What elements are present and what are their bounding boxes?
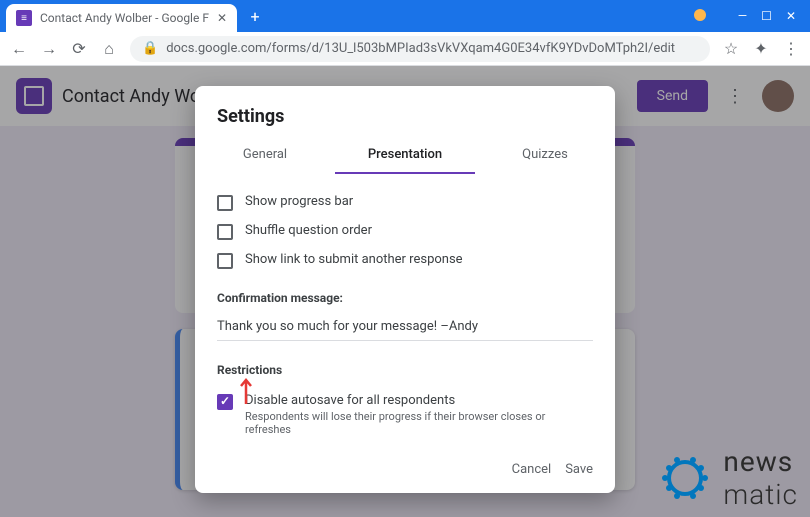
- extensions-icon[interactable]: ✦: [752, 39, 770, 58]
- checkbox-label: Show progress bar: [245, 194, 353, 209]
- new-tab-button[interactable]: +: [243, 4, 267, 28]
- tab-presentation[interactable]: Presentation: [335, 137, 475, 174]
- back-icon[interactable]: ←: [10, 39, 28, 59]
- reload-icon[interactable]: ⟳: [70, 39, 88, 58]
- address-bar[interactable]: 🔒 docs.google.com/forms/d/13U_l503bMPIad…: [130, 36, 710, 62]
- checkbox-shuffle[interactable]: Shuffle question order: [217, 217, 593, 246]
- browser-menu-icon[interactable]: ⋮: [782, 39, 800, 58]
- bookmark-star-icon[interactable]: ☆: [722, 39, 740, 58]
- settings-tabs: General Presentation Quizzes: [195, 137, 615, 174]
- browser-titlebar: ≡ Contact Andy Wolber - Google F ✕ + — ☐…: [0, 0, 810, 32]
- tab-quizzes[interactable]: Quizzes: [475, 137, 615, 174]
- close-window-icon[interactable]: ✕: [786, 9, 796, 23]
- close-tab-icon[interactable]: ✕: [209, 11, 227, 25]
- checkbox-subtext: Respondents will lose their progress if …: [245, 410, 593, 436]
- modal-title: Settings: [195, 106, 615, 137]
- watermark-text: newsmatic: [723, 445, 798, 511]
- checkbox-icon: [217, 253, 233, 269]
- watermark-logo-icon: [655, 448, 715, 508]
- home-icon[interactable]: ⌂: [100, 39, 118, 59]
- browser-toolbar: ← → ⟳ ⌂ 🔒 docs.google.com/forms/d/13U_l5…: [0, 32, 810, 66]
- tab-general[interactable]: General: [195, 137, 335, 174]
- forward-icon[interactable]: →: [40, 39, 58, 59]
- checkbox-label: Disable autosave for all respondents: [245, 393, 593, 408]
- restrictions-heading: Restrictions: [195, 351, 615, 383]
- forms-favicon: ≡: [16, 10, 32, 26]
- checkbox-disable-autosave[interactable]: Disable autosave for all respondents Res…: [217, 387, 593, 442]
- maximize-icon[interactable]: ☐: [761, 9, 772, 23]
- checkbox-show-link[interactable]: Show link to submit another response: [217, 246, 593, 275]
- browser-tab[interactable]: ≡ Contact Andy Wolber - Google F ✕: [6, 4, 237, 32]
- url-text: docs.google.com/forms/d/13U_l503bMPIad3s…: [166, 41, 675, 56]
- checkbox-label: Shuffle question order: [245, 223, 372, 238]
- checkbox-icon: [217, 224, 233, 240]
- settings-modal: Settings General Presentation Quizzes Sh…: [195, 86, 615, 493]
- save-button[interactable]: Save: [565, 462, 593, 477]
- window-controls: — ☐ ✕: [694, 9, 810, 23]
- minimize-icon[interactable]: —: [738, 9, 747, 23]
- checkbox-icon: [217, 195, 233, 211]
- record-indicator-icon: [694, 9, 706, 21]
- cancel-button[interactable]: Cancel: [512, 462, 552, 477]
- lock-icon: 🔒: [142, 41, 158, 56]
- checkbox-checked-icon: [217, 394, 233, 410]
- checkbox-progress-bar[interactable]: Show progress bar: [217, 188, 593, 217]
- checkbox-label: Show link to submit another response: [245, 252, 463, 267]
- tab-title: Contact Andy Wolber - Google F: [40, 11, 209, 25]
- confirmation-heading: Confirmation message:: [195, 279, 615, 311]
- watermark: newsmatic: [655, 445, 798, 511]
- confirmation-message-input[interactable]: Thank you so much for your message! –And…: [217, 315, 593, 341]
